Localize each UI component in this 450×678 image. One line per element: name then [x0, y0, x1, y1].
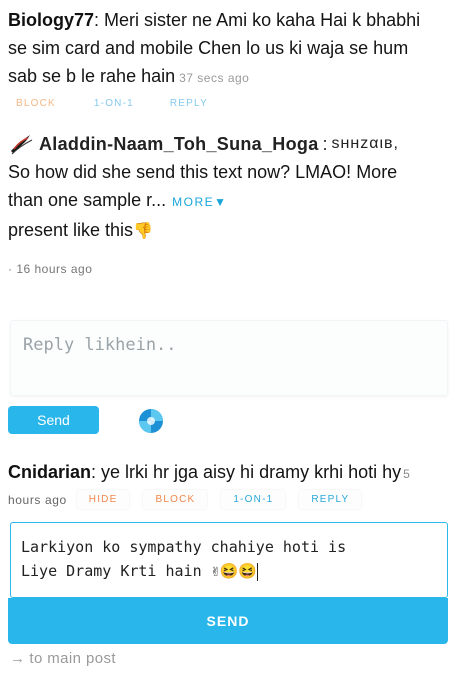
loading-spinner-icon	[139, 409, 163, 433]
comment-text: Biology77: Meri sister ne Ami ko kaha Ha…	[8, 10, 421, 30]
arrow-right-icon: →	[10, 650, 26, 667]
reply-input-active[interactable]: Larkiyon ko sympathy chahiye hoti is Liy…	[10, 522, 448, 598]
triangle-down-icon: ▼	[214, 195, 228, 209]
reply-to-name: sʜʜzαιв,	[331, 135, 399, 152]
one-on-one-button[interactable]: 1-ON-1	[221, 490, 286, 509]
reply-button[interactable]: REPLY	[162, 96, 216, 111]
timestamp: 37 secs ago	[179, 71, 250, 85]
send-button[interactable]: Send	[8, 406, 99, 434]
block-button[interactable]: BLOCK	[8, 96, 64, 111]
username[interactable]: Cnidarian	[8, 462, 91, 482]
timestamp: · 16 hours ago	[8, 262, 93, 276]
reply-box	[10, 320, 448, 396]
hide-button[interactable]: HIDE	[76, 490, 130, 509]
one-on-one-button[interactable]: 1-ON-1	[86, 96, 142, 111]
more-link[interactable]: MORE▼	[172, 195, 227, 209]
send-button-large[interactable]: SEND	[8, 598, 448, 644]
comment-actions: BLOCK 1-ON-1 REPLY	[8, 96, 442, 111]
timestamp-rest: hours ago	[8, 492, 67, 507]
comment-biology77: Biology77: Meri sister ne Ami ko kaha Ha…	[8, 6, 442, 111]
reply-input[interactable]	[11, 321, 447, 395]
main-post-link[interactable]: → to main post	[10, 650, 116, 667]
block-button[interactable]: BLOCK	[143, 490, 208, 509]
username[interactable]: Biology77	[8, 10, 94, 30]
comment-aladdin: Aladdin-Naam_Toh_Suna_Hoga : sʜʜzαιв, So…	[8, 130, 442, 276]
reply-button[interactable]: REPLY	[299, 490, 362, 509]
comment-cnidarian: Cnidarian: ye lrki hr jga aisy hi dramy …	[8, 458, 442, 509]
thumbs-down-emoji: 👎	[133, 223, 153, 240]
username[interactable]: Aladdin-Naam_Toh_Suna_Hoga	[39, 130, 319, 158]
text-cursor	[257, 562, 259, 581]
avatar[interactable]	[8, 131, 34, 157]
timestamp: 5	[403, 467, 411, 481]
